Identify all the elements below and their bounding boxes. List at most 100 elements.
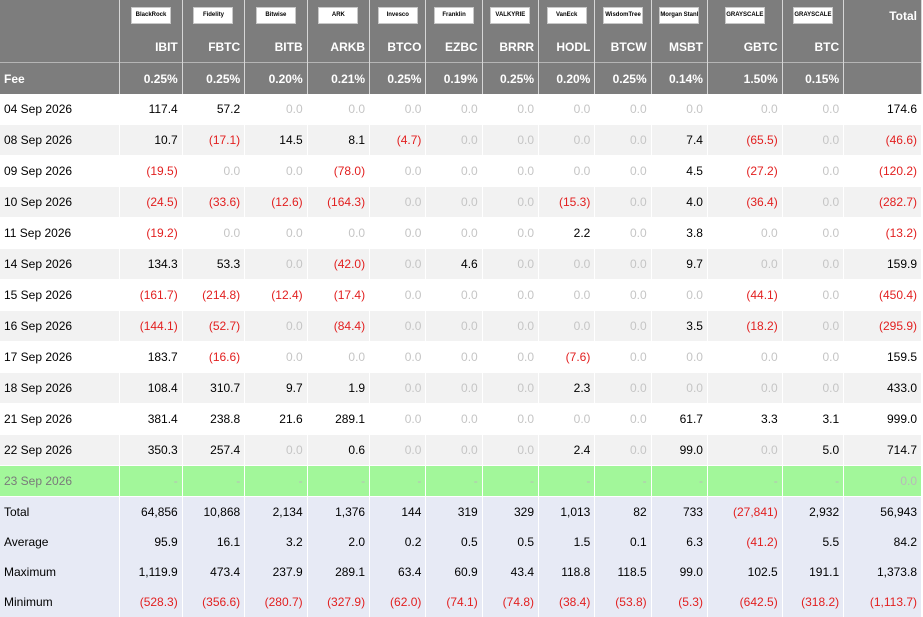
flow-cell: 0.0 (482, 186, 540, 218)
ticker-header[interactable]: FBTC (182, 31, 246, 63)
ticker-header[interactable]: HODL (538, 31, 596, 63)
flow-cell: 3.3 (707, 403, 783, 435)
flow-cell: 1.9 (307, 372, 371, 404)
flow-cell: 0.0 (538, 310, 596, 342)
summary-row: Average 95.9 16.1 3.2 2.0 0.2 0.5 0.5 1.5 0.1 6.3(… (0, 527, 922, 557)
fee-value: 0.14% (651, 62, 708, 94)
fee-value: 0.25% (182, 62, 246, 94)
flow-cell: 0.0 (244, 217, 308, 249)
fee-value: 0.25% (594, 62, 652, 94)
flow-cell: 117.4 (119, 94, 183, 125)
flow-cell: 0.0 (782, 310, 845, 342)
summary-cell: 118.8 (538, 557, 596, 587)
flow-cell: 0.0 (538, 155, 596, 187)
flow-cell: 0.0 (369, 279, 427, 311)
issuer-logo-cell: BlackRock (119, 0, 183, 31)
table-row: 16 Sep 2026 (144.1) (52.7) 0.0 (84.4) 0.0 0.0 0… (0, 310, 922, 342)
flow-cell: 0.0 (369, 155, 427, 187)
flow-cell: 0.0 (425, 279, 483, 311)
flow-cell: 2.4 (538, 434, 596, 466)
issuer-logo: Bitwise (255, 7, 296, 24)
summary-cell: (38.4) (538, 587, 596, 617)
flow-cell: 9.7 (244, 372, 308, 404)
ticker-header[interactable]: BTC (782, 31, 845, 63)
row-date: 11 Sep 2026 (0, 217, 121, 249)
issuer-logo: ARK (318, 7, 359, 24)
flow-cell: 0.0 (707, 372, 783, 404)
fee-total-blank (843, 62, 922, 94)
summary-cell: 1,119.9 (119, 557, 183, 587)
flow-cell: 0.0 (482, 434, 540, 466)
summary-cell: 329 (482, 496, 540, 527)
issuer-logo: Fidelity (193, 7, 234, 24)
summary-cell: (642.5) (707, 587, 783, 617)
today-date: 23 Sep 2026 (0, 465, 121, 497)
flow-cell: 0.0 (651, 372, 708, 404)
ticker-header[interactable]: GBTC (707, 31, 783, 63)
summary-cell: 99.0 (651, 557, 708, 587)
flow-cell: (19.2) (119, 217, 183, 249)
flow-cell: 0.0 (425, 94, 483, 125)
table-row: 14 Sep 2026 134.3 53.3 0.0 (42.0) 0.0 4.6 0.0 0.… (0, 248, 922, 280)
flow-cell: (44.1) (707, 279, 783, 311)
summary-cell: (27,841) (707, 496, 783, 527)
table-row: 22 Sep 2026 350.3 257.4 0.0 0.6 0.0 0.0 0.0 2.4 0… (0, 434, 922, 466)
row-total: (46.6) (843, 124, 922, 156)
summary-cell: 289.1 (307, 557, 371, 587)
flow-cell: 0.0 (538, 94, 596, 125)
flow-cell: 0.0 (651, 279, 708, 311)
summary-cell: 82 (594, 496, 652, 527)
summary-cell: (74.1) (425, 587, 483, 617)
ticker-header[interactable]: BTCO (369, 31, 427, 63)
ticker-header[interactable]: BTCW (594, 31, 652, 63)
flow-cell: 3.8 (651, 217, 708, 249)
row-total: (120.2) (843, 155, 922, 187)
today-cell: - (425, 465, 483, 497)
flow-cell: 0.0 (782, 94, 845, 125)
ticker-header[interactable]: MSBT (651, 31, 708, 63)
row-total: 999.0 (843, 403, 922, 435)
flow-cell: 0.0 (425, 186, 483, 218)
row-date: 04 Sep 2026 (0, 94, 121, 125)
table-row: 18 Sep 2026 108.4 310.7 9.7 1.9 0.0 0.0 0.0 2.3 0… (0, 372, 922, 404)
issuer-logo: Morgan Stanley (659, 7, 700, 24)
summary-label: Average (0, 527, 121, 557)
issuer-logo-cell: GRAYSCALE (782, 0, 845, 31)
flow-cell: 134.3 (119, 248, 183, 280)
table-row: 15 Sep 2026 (161.7) (214.8) (12.4) (17.4) 0.0… (0, 279, 922, 311)
flow-cell: 0.0 (244, 248, 308, 280)
flow-cell: 0.0 (425, 341, 483, 373)
flow-cell: 0.0 (425, 372, 483, 404)
ticker-header[interactable]: BITB (244, 31, 308, 63)
issuer-logo-cell: VanEck (538, 0, 596, 31)
flow-cell: 0.0 (369, 94, 427, 125)
flow-cell: 183.7 (119, 341, 183, 373)
ticker-header[interactable]: BRRR (482, 31, 540, 63)
flow-cell: 7.4 (651, 124, 708, 156)
ticker-total-blank (843, 31, 922, 63)
flow-cell: 0.0 (482, 279, 540, 311)
flow-cell: 0.0 (244, 310, 308, 342)
ticker-header[interactable]: IBIT (119, 31, 183, 63)
today-total: 0.0 (843, 465, 922, 497)
flow-cell: (52.7) (182, 310, 246, 342)
flow-cell: 0.0 (651, 341, 708, 373)
today-cell: - (651, 465, 708, 497)
flow-cell: 0.0 (594, 341, 652, 373)
flow-cell: 0.0 (707, 248, 783, 280)
flow-cell: 0.0 (782, 124, 845, 156)
fee-value: 1.50% (707, 62, 783, 94)
summary-cell: 1,013 (538, 496, 596, 527)
flow-cell: (161.7) (119, 279, 183, 311)
row-date: 18 Sep 2026 (0, 372, 121, 404)
flow-cell: 0.0 (538, 279, 596, 311)
summary-cell: (5.3) (651, 587, 708, 617)
flow-cell: 0.0 (482, 310, 540, 342)
flow-cell: 0.6 (307, 434, 371, 466)
summary-cell: (280.7) (244, 587, 308, 617)
row-date: 14 Sep 2026 (0, 248, 121, 280)
ticker-header[interactable]: EZBC (425, 31, 483, 63)
issuer-logo-cell: Fidelity (182, 0, 246, 31)
flow-cell: 0.0 (307, 217, 371, 249)
ticker-header[interactable]: ARKB (307, 31, 371, 63)
